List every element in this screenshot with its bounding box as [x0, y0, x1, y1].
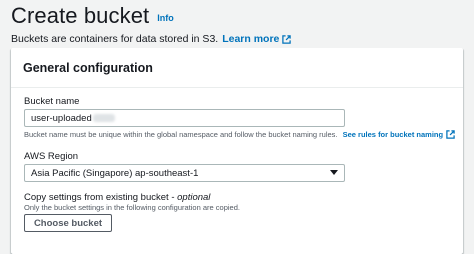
rules-link-label: See rules for bucket naming [342, 130, 444, 139]
panel-title: General configuration [23, 60, 153, 75]
page-title: Create bucket [11, 3, 150, 28]
bucket-name-value: user-uploaded [31, 112, 92, 124]
external-link-icon [282, 34, 292, 44]
aws-region-label: AWS Region [24, 151, 79, 162]
choose-bucket-button[interactable]: Choose bucket [24, 214, 112, 232]
learn-more-label: Learn more [222, 33, 280, 45]
redacted-text [92, 114, 115, 122]
copy-settings-description: Only the bucket settings in the followin… [24, 203, 240, 212]
info-link[interactable]: Info [157, 13, 174, 23]
page-subtitle: Buckets are containers for data stored i… [11, 33, 292, 45]
bucket-naming-rules-link[interactable]: See rules for bucket naming [343, 130, 455, 139]
page-header: Create bucket Info Buckets are container… [11, 2, 292, 45]
copy-settings-label-text: Copy settings from existing bucket - [24, 192, 178, 203]
aws-region-value: Asia Pacific (Singapore) ap-southeast-1 [31, 167, 199, 179]
bucket-name-description: Bucket name must be unique within the gl… [24, 130, 455, 139]
learn-more-link[interactable]: Learn more [222, 33, 292, 45]
aws-region-select[interactable]: Asia Pacific (Singapore) ap-southeast-1 [24, 164, 345, 182]
copy-settings-label: Copy settings from existing bucket - opt… [24, 192, 210, 203]
panel-header: General configuration [11, 48, 463, 88]
optional-tag: optional [177, 192, 211, 203]
subtitle-text: Buckets are containers for data stored i… [11, 33, 219, 45]
caret-down-icon [330, 170, 338, 175]
external-link-icon [446, 130, 455, 139]
bucket-name-label: Bucket name [24, 96, 80, 107]
bucket-name-input[interactable]: user-uploaded [24, 109, 345, 127]
bucket-name-help: Bucket name must be unique within the gl… [24, 130, 338, 139]
general-configuration-panel: General configuration Bucket name user-u… [11, 48, 463, 254]
